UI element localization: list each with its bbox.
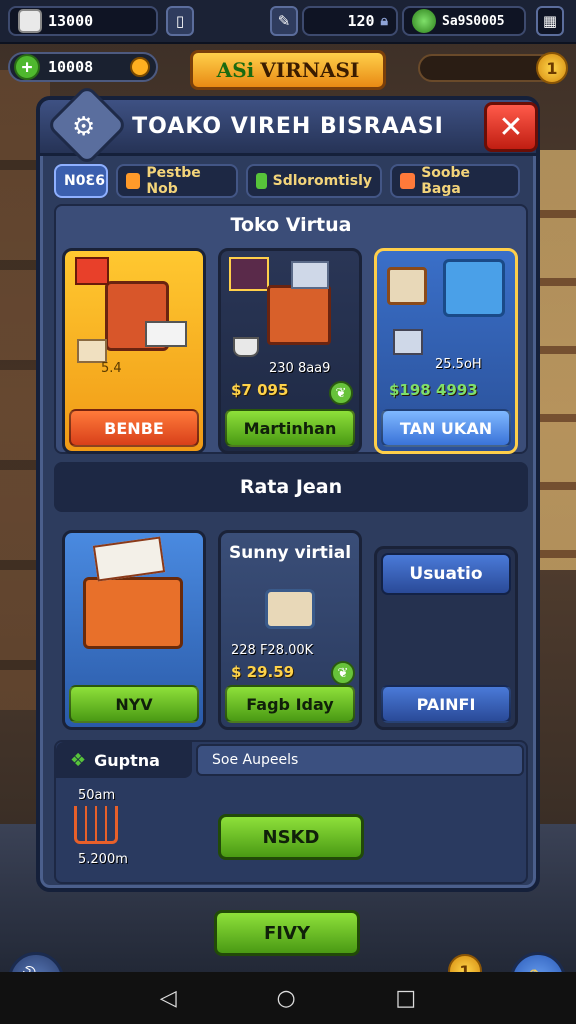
footer-button[interactable]: NSKD (218, 814, 364, 860)
resource-counter-left[interactable]: 13000 (8, 6, 158, 36)
cash-icon: ❖ (70, 749, 87, 771)
card-5-button[interactable]: Fagb Iday (225, 685, 355, 723)
package-icon (400, 173, 416, 189)
card-icon (145, 321, 187, 347)
leaf-icon: ❦ (329, 381, 353, 405)
tab-home-label: N0Ԑ6 (64, 173, 105, 189)
tab-soobe[interactable]: Soobe Baga (390, 164, 520, 198)
logo-text: VIRNASI (260, 58, 360, 82)
section-2-title: Rata Jean (239, 476, 343, 498)
main-action-button[interactable]: FIVY (214, 910, 360, 956)
card-5-price: $ 29.59 (231, 663, 295, 681)
card-5-sub: 228 F28.00K (231, 643, 314, 658)
cart-top-value: 50am (78, 788, 116, 803)
shop-card-2[interactable]: 230 8aa9 $7 095 ❦ Martinhan (218, 248, 362, 454)
card-4-button[interactable]: NYV (69, 685, 199, 723)
shop-panel: TOAKO VIREH BISRAASI ⚙ ✕ N0Ԑ6 Pestbe Nob… (36, 83, 540, 892)
tab-home[interactable]: N0Ԑ6 (54, 164, 108, 198)
tab-pestbe-label: Pestbe Nob (146, 165, 201, 197)
secondary-hud: + 10008 ASi VIRNASI 1 (0, 46, 576, 92)
recents-icon[interactable]: □ (395, 986, 416, 1011)
card-3-sub: 25.5oH (435, 357, 482, 372)
card-1-button[interactable]: BENBE (69, 409, 199, 447)
section-1-title: Toko Virtua (230, 214, 352, 236)
level-badge[interactable]: 1 (536, 52, 568, 84)
printer-icon (393, 329, 423, 355)
footer-search-label: Soe Aupeels (212, 752, 299, 768)
game-logo: ASi VIRNASI (190, 50, 386, 90)
wrench-icon[interactable]: ✎ (270, 6, 298, 36)
tab-pestbe[interactable]: Pestbe Nob (116, 164, 238, 198)
resource-left-value: 13000 (48, 12, 94, 30)
banner-icon (92, 536, 166, 582)
grid-icon[interactable]: ▦ (536, 6, 564, 36)
shop-card-6[interactable]: Usuatio PAINFI (374, 546, 518, 730)
card-1-sub: 5.4 (101, 361, 122, 376)
card-5-title: Sunny virtial (228, 543, 352, 563)
resource-right-value: Sa9S0005 (442, 13, 505, 29)
storefront-icon (83, 577, 183, 649)
register-icon (265, 589, 315, 629)
cart-bottom-value: 5.200m (78, 852, 128, 867)
back-icon[interactable]: ◁ (160, 986, 177, 1011)
box-icon (291, 261, 329, 289)
card-2-sub: 230 8aa9 (269, 361, 331, 376)
resource-mid-value: 120 (347, 12, 375, 30)
leaf-icon: ❦ (331, 661, 355, 685)
toolbox-icon: ⚙ (72, 112, 96, 142)
card-2-button[interactable]: Martinhan (225, 409, 355, 447)
map-icon (387, 267, 427, 305)
shop-building-icon (267, 285, 331, 345)
resource-counter-right[interactable]: Sa9S0005 (402, 6, 526, 36)
cube-icon (256, 173, 267, 189)
section-footer: ❖ Guptna Soe Aupeels 50am 5.200m NSKD (54, 740, 528, 884)
shop-card-5[interactable]: Sunny virtial 228 F28.00K $ 29.59 ❦ Fagb… (218, 530, 362, 730)
close-button[interactable]: ✕ (484, 102, 538, 152)
home-icon[interactable]: ○ (276, 986, 295, 1011)
crate-icon (77, 339, 107, 363)
card-3-price: $198 4993 (389, 381, 478, 399)
logo-prefix: ASi (216, 58, 255, 82)
section-rata-jean: Rata Jean (54, 462, 528, 512)
category-tabs: N0Ԑ6 Pestbe Nob Sdloromtisly Soobe Baga (54, 164, 528, 198)
tab-sdlor-label: Sdloromtisly (272, 173, 372, 189)
cart-icon (74, 806, 118, 844)
panel-title: TOAKO VIREH BISRAASI (132, 114, 444, 139)
tab-soobe-label: Soobe Baga (421, 165, 471, 197)
footer-tab[interactable]: ❖ Guptna (56, 742, 192, 778)
top-hud: 13000 ▯ ✎ 120 🔒︎ Sa9S0005 ▦ (0, 0, 576, 44)
gem-icon (412, 9, 436, 33)
android-navbar: ◁ ○ □ (0, 972, 576, 1024)
card-6-title: Usuatio (381, 553, 511, 595)
shop-card-1[interactable]: 5.4 BENBE (62, 248, 206, 454)
sign-icon (75, 257, 109, 285)
card-3-button[interactable]: TAN UKAN (381, 409, 511, 447)
phone-icon[interactable]: ▯ (166, 6, 194, 36)
shop-card-3[interactable]: 25.5oH $198 4993 TAN UKAN (374, 248, 518, 454)
card-6-button[interactable]: PAINFI (381, 685, 511, 723)
crate-icon (18, 9, 42, 33)
tab-sdlor[interactable]: Sdloromtisly (246, 164, 382, 198)
cup-icon (233, 337, 259, 357)
box-icon (126, 173, 141, 189)
picture-icon (229, 257, 269, 291)
lock-icon: 🔒︎ (380, 13, 388, 29)
robot-icon (443, 259, 505, 317)
plus-icon[interactable]: + (14, 54, 40, 80)
coin-icon (130, 57, 150, 77)
footer-search[interactable]: Soe Aupeels (196, 744, 524, 776)
coin-value: 10008 (48, 58, 94, 76)
shop-card-4[interactable]: NYV (62, 530, 206, 730)
card-2-price: $7 095 (231, 381, 289, 399)
resource-counter-mid[interactable]: 120 🔒︎ (302, 6, 398, 36)
footer-tab-label: Guptna (94, 750, 160, 770)
coin-counter[interactable]: + 10008 (8, 52, 158, 82)
